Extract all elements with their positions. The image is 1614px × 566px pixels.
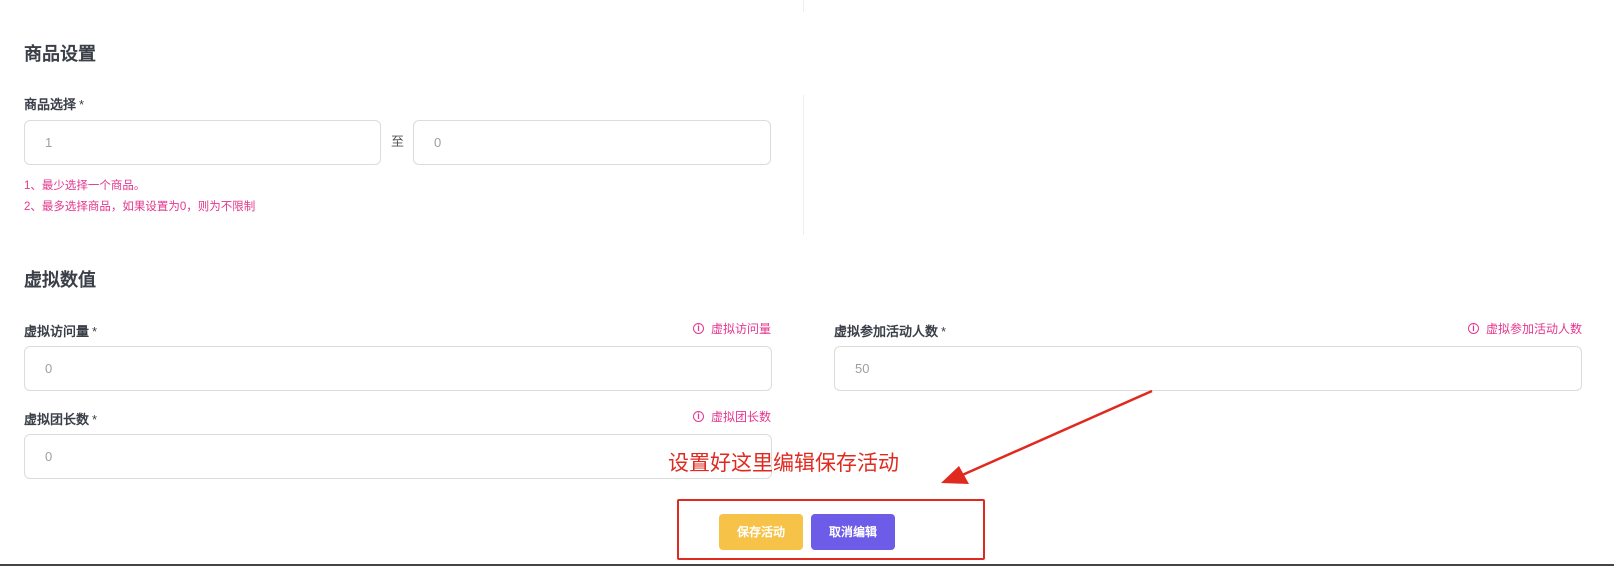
virtual-visits-help[interactable]: i 虚拟访问量 (693, 320, 771, 337)
virtual-participants-label: 虚拟参加活动人数 * (834, 321, 946, 340)
section-title-virtual: 虚拟数值 (24, 270, 96, 290)
goods-hint-2: 2、最多选择商品，如果设置为0，则为不限制 (24, 201, 256, 213)
virtual-visits-placeholder: 0 (45, 361, 53, 376)
info-circle-icon: i (693, 411, 704, 422)
annotation-text: 设置好这里编辑保存活动 (668, 452, 899, 475)
section-title-goods: 商品设置 (24, 44, 96, 64)
virtual-leaders-label: 虚拟团长数 * (24, 409, 97, 428)
goods-select-label-text: 商品选择 (24, 97, 77, 112)
required-mark: * (79, 97, 85, 112)
virtual-participants-label-text: 虚拟参加活动人数 (834, 324, 939, 339)
virtual-participants-placeholder: 50 (855, 361, 870, 376)
range-separator: 至 (391, 134, 405, 149)
annotation-arrow-icon (941, 389, 1153, 484)
column-divider-top (803, 0, 804, 12)
virtual-leaders-help-text: 虚拟团长数 (711, 410, 772, 424)
virtual-visits-help-text: 虚拟访问量 (711, 322, 772, 336)
virtual-visits-input[interactable]: 0 (24, 346, 772, 391)
save-activity-button[interactable]: 保存活动 (719, 514, 803, 550)
goods-select-label: 商品选择 * (24, 94, 84, 113)
goods-max-input[interactable]: 0 (413, 120, 771, 165)
info-circle-icon: i (1468, 323, 1479, 334)
virtual-participants-help[interactable]: i 虚拟参加活动人数 (1468, 320, 1582, 337)
goods-min-input[interactable]: 1 (24, 120, 381, 165)
virtual-participants-help-text: 虚拟参加活动人数 (1486, 322, 1583, 336)
info-circle-icon: i (693, 323, 704, 334)
goods-min-placeholder: 1 (45, 135, 53, 150)
virtual-visits-label: 虚拟访问量 * (24, 321, 97, 340)
virtual-leaders-placeholder: 0 (45, 449, 53, 464)
required-mark: * (92, 324, 98, 339)
virtual-leaders-label-text: 虚拟团长数 (24, 412, 90, 427)
goods-max-placeholder: 0 (434, 135, 442, 150)
virtual-visits-label-text: 虚拟访问量 (24, 324, 90, 339)
virtual-participants-input[interactable]: 50 (834, 346, 1582, 391)
virtual-leaders-help[interactable]: i 虚拟团长数 (693, 408, 771, 425)
column-divider-middle (803, 95, 804, 235)
required-mark: * (92, 412, 98, 427)
virtual-leaders-input[interactable]: 0 (24, 434, 772, 479)
required-mark: * (941, 324, 947, 339)
cancel-edit-button[interactable]: 取消编辑 (811, 514, 895, 550)
goods-hint-1: 1、最少选择一个商品。 (24, 180, 146, 192)
